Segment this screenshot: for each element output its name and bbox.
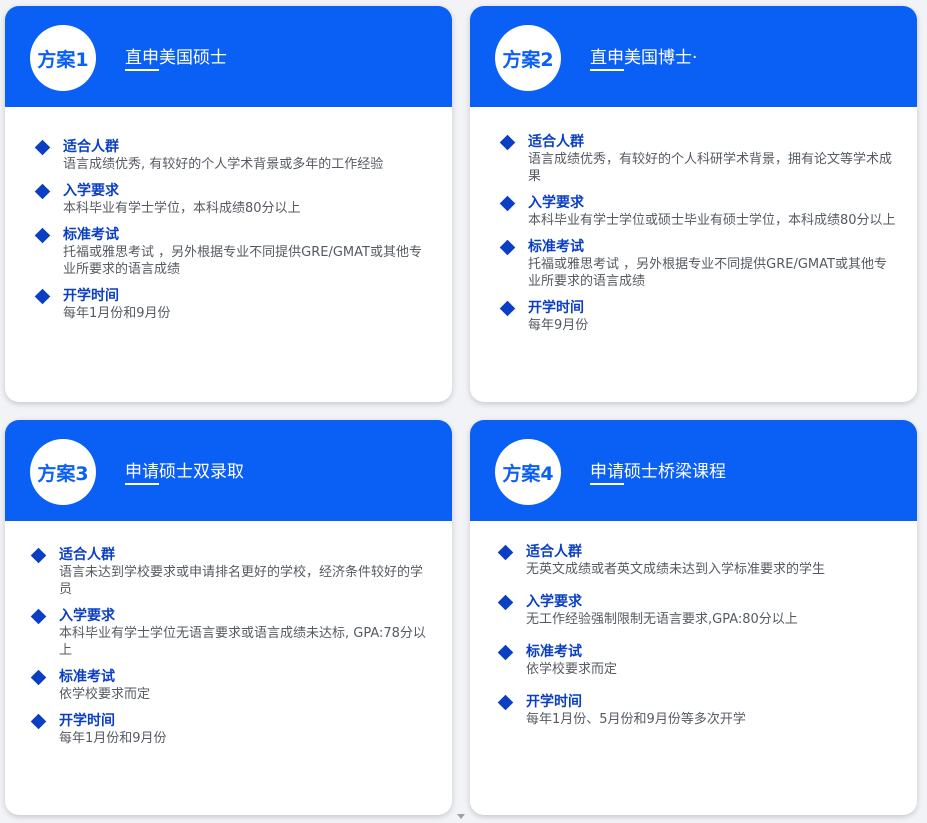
plan-card-3: 方案3 申请硕士双录取 适合人群 语言未达到学校要求或申请排名更好的学校，经济条… <box>5 420 452 815</box>
diamond-icon <box>34 288 51 305</box>
card-title: 申请硕士桥梁课程 <box>590 462 726 482</box>
plan-card-4: 方案4 申请硕士桥梁课程 适合人群 无英文成绩或者英文成绩未达到入学标准要求的学… <box>470 420 917 815</box>
item-label: 开学时间 <box>59 713 115 729</box>
card-title: 直申美国博士· <box>590 48 698 68</box>
item-label: 标准考试 <box>528 239 584 255</box>
card-header: 方案3 申请硕士双录取 <box>5 420 452 521</box>
requirement-list: 适合人群 无英文成绩或者英文成绩未达到入学标准要求的学生 入学要求 无工作经验强… <box>496 544 899 738</box>
list-item: 适合人群 语言成绩优秀, 有较好的个人学术背景或多年的工作经验 <box>33 139 434 173</box>
item-text: 每年1月份和9月份 <box>63 306 171 321</box>
list-item: 标准考试 托福或雅思考试 ，另外根据专业不同提供GRE/GMAT或其他专业所要求… <box>33 227 434 278</box>
plan-badge: 方案2 <box>495 25 561 91</box>
list-item: 开学时间 每年1月份和9月份 <box>29 713 434 747</box>
item-text: 托福或雅思考试 ，另外根据专业不同提供GRE/GMAT或其他专业所要求的语言成绩 <box>528 257 887 289</box>
diamond-icon <box>34 139 51 156</box>
list-item: 入学要求 本科毕业有学士学位或硕士毕业有硕士学位，本科成绩80分以上 <box>498 195 899 229</box>
list-item: 标准考试 依学校要求而定 <box>29 669 434 703</box>
diamond-icon <box>30 669 47 686</box>
list-item: 开学时间 每年1月份、5月份和9月份等多次开学 <box>496 694 899 728</box>
diamond-icon <box>499 195 516 212</box>
list-item: 开学时间 每年1月份和9月份 <box>33 288 434 322</box>
diamond-icon <box>34 183 51 200</box>
list-item: 入学要求 本科毕业有学士学位，本科成绩80分以上 <box>33 183 434 217</box>
diamond-icon <box>499 300 516 317</box>
item-text: 依学校要求而定 <box>526 662 618 677</box>
diamond-icon <box>497 594 514 611</box>
plan-badge: 方案1 <box>30 25 96 91</box>
list-item: 入学要求 本科毕业有学士学位无语言要求或语言成绩未达标, GPA:78分以上 <box>29 608 434 659</box>
card-title: 申请硕士双录取 <box>125 462 244 482</box>
diamond-icon <box>499 134 516 151</box>
diamond-icon <box>497 644 514 661</box>
item-text: 本科毕业有学士学位无语言要求或语言成绩未达标, GPA:78分以上 <box>59 626 426 658</box>
item-label: 标准考试 <box>526 644 582 660</box>
item-label: 入学要求 <box>63 183 119 199</box>
diamond-icon <box>497 544 514 561</box>
requirement-list: 适合人群 语言成绩优秀, 有较好的个人学术背景或多年的工作经验 入学要求 本科毕… <box>33 139 434 332</box>
item-label: 适合人群 <box>63 139 119 155</box>
card-header: 方案1 直申美国硕士 <box>5 6 452 107</box>
title-underline <box>590 483 624 485</box>
list-item: 适合人群 语言未达到学校要求或申请排名更好的学校，经济条件较好的学员 <box>29 547 434 598</box>
requirement-list: 适合人群 语言成绩优秀，有较好的个人科研学术背景，拥有论文等学术成果 入学要求 … <box>498 134 899 344</box>
item-text: 语言未达到学校要求或申请排名更好的学校，经济条件较好的学员 <box>59 565 424 597</box>
title-underline <box>590 69 624 71</box>
item-text: 无英文成绩或者英文成绩未达到入学标准要求的学生 <box>526 562 826 577</box>
diamond-icon <box>30 608 47 625</box>
plan-card-1: 方案1 直申美国硕士 适合人群 语言成绩优秀, 有较好的个人学术背景或多年的工作… <box>5 6 452 402</box>
item-text: 每年9月份 <box>528 318 589 333</box>
item-label: 入学要求 <box>59 608 115 624</box>
diamond-icon <box>30 547 47 564</box>
plan-card-2: 方案2 直申美国博士· 适合人群 语言成绩优秀，有较好的个人科研学术背景，拥有论… <box>470 6 917 402</box>
item-label: 开学时间 <box>528 300 584 316</box>
list-item: 标准考试 托福或雅思考试 ，另外根据专业不同提供GRE/GMAT或其他专业所要求… <box>498 239 899 290</box>
item-label: 开学时间 <box>526 694 582 710</box>
requirement-list: 适合人群 语言未达到学校要求或申请排名更好的学校，经济条件较好的学员 入学要求 … <box>29 547 434 757</box>
item-label: 入学要求 <box>528 195 584 211</box>
plan-badge: 方案4 <box>495 439 561 505</box>
item-text: 本科毕业有学士学位，本科成绩80分以上 <box>63 201 301 216</box>
card-header: 方案2 直申美国博士· <box>470 6 917 107</box>
plan-badge: 方案3 <box>30 439 96 505</box>
diamond-icon <box>30 713 47 730</box>
item-label: 适合人群 <box>528 134 584 150</box>
item-text: 每年1月份、5月份和9月份等多次开学 <box>526 712 746 727</box>
item-text: 托福或雅思考试 ，另外根据专业不同提供GRE/GMAT或其他专业所要求的语言成绩 <box>63 245 422 277</box>
item-label: 标准考试 <box>63 227 119 243</box>
item-text: 本科毕业有学士学位或硕士毕业有硕士学位，本科成绩80分以上 <box>528 213 896 228</box>
card-title: 直申美国硕士 <box>125 48 227 68</box>
item-label: 入学要求 <box>526 594 582 610</box>
diamond-icon <box>499 239 516 256</box>
scroll-down-arrow-icon[interactable] <box>457 814 465 819</box>
item-text: 依学校要求而定 <box>59 687 151 702</box>
list-item: 标准考试 依学校要求而定 <box>496 644 899 678</box>
item-label: 适合人群 <box>59 547 115 563</box>
card-header: 方案4 申请硕士桥梁课程 <box>470 420 917 521</box>
item-label: 适合人群 <box>526 544 582 560</box>
item-text: 每年1月份和9月份 <box>59 731 167 746</box>
item-text: 语言成绩优秀, 有较好的个人学术背景或多年的工作经验 <box>63 157 384 172</box>
list-item: 适合人群 无英文成绩或者英文成绩未达到入学标准要求的学生 <box>496 544 899 578</box>
list-item: 开学时间 每年9月份 <box>498 300 899 334</box>
diamond-icon <box>497 694 514 711</box>
list-item: 适合人群 语言成绩优秀，有较好的个人科研学术背景，拥有论文等学术成果 <box>498 134 899 185</box>
item-label: 标准考试 <box>59 669 115 685</box>
title-underline <box>125 483 159 485</box>
item-text: 无工作经验强制限制无语言要求,GPA:80分以上 <box>526 612 798 627</box>
item-text: 语言成绩优秀，有较好的个人科研学术背景，拥有论文等学术成果 <box>528 152 893 184</box>
item-label: 开学时间 <box>63 288 119 304</box>
list-item: 入学要求 无工作经验强制限制无语言要求,GPA:80分以上 <box>496 594 899 628</box>
title-underline <box>125 69 159 71</box>
diamond-icon <box>34 227 51 244</box>
